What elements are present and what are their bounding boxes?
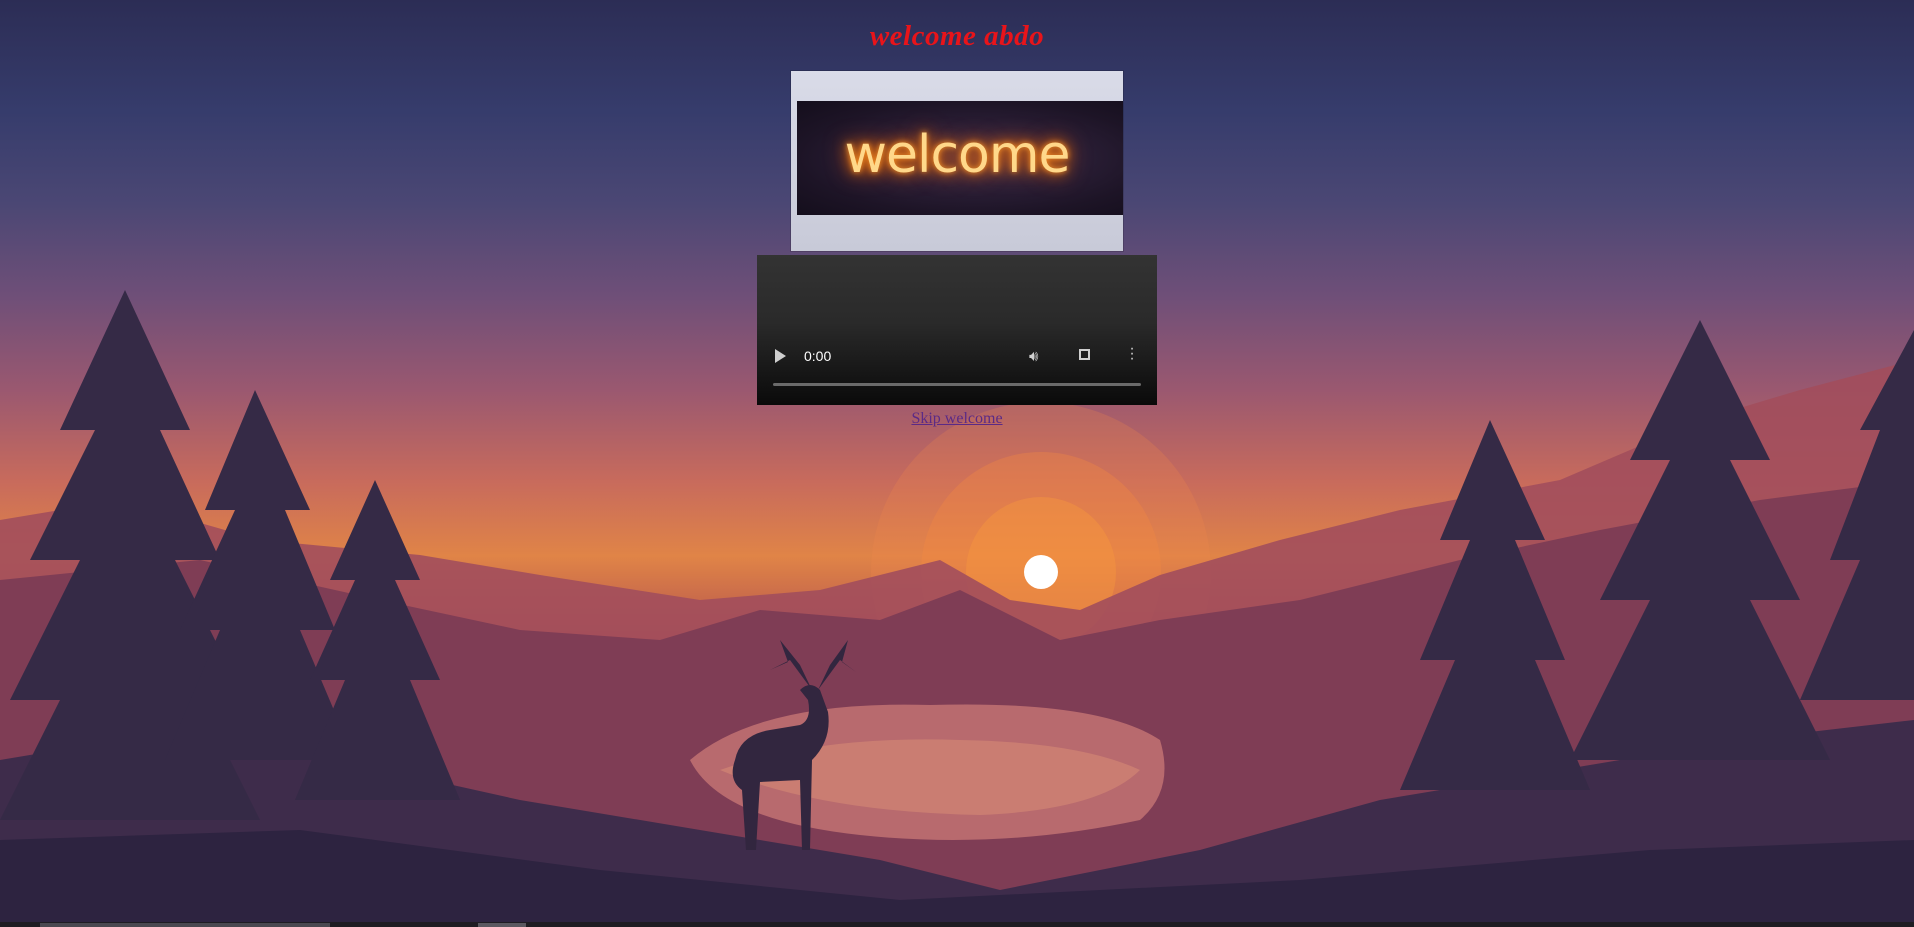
sun	[1024, 555, 1058, 589]
fullscreen-icon[interactable]	[1079, 349, 1090, 360]
video-progress-bar[interactable]	[773, 383, 1141, 386]
horizontal-scrollbar[interactable]	[0, 922, 1914, 927]
video-player[interactable]: 0:00 🔊︎ · · ·	[757, 255, 1157, 405]
banner-text: welcome	[844, 125, 1070, 185]
welcome-banner-image: welcome	[791, 71, 1123, 251]
skip-welcome-link[interactable]: Skip welcome	[911, 410, 1002, 428]
page-title: welcome abdo	[869, 20, 1045, 52]
volume-icon[interactable]: 🔊︎	[1029, 348, 1038, 365]
scrollbar-thumb[interactable]	[40, 923, 330, 927]
scrollbar-segment[interactable]	[478, 923, 526, 927]
video-time: 0:00	[804, 348, 832, 364]
more-options-icon[interactable]: · · ·	[1129, 341, 1135, 367]
play-icon[interactable]	[775, 349, 786, 363]
main-content: welcome abdo welcome 0:00 🔊︎ · · · Skip we…	[0, 0, 1914, 428]
